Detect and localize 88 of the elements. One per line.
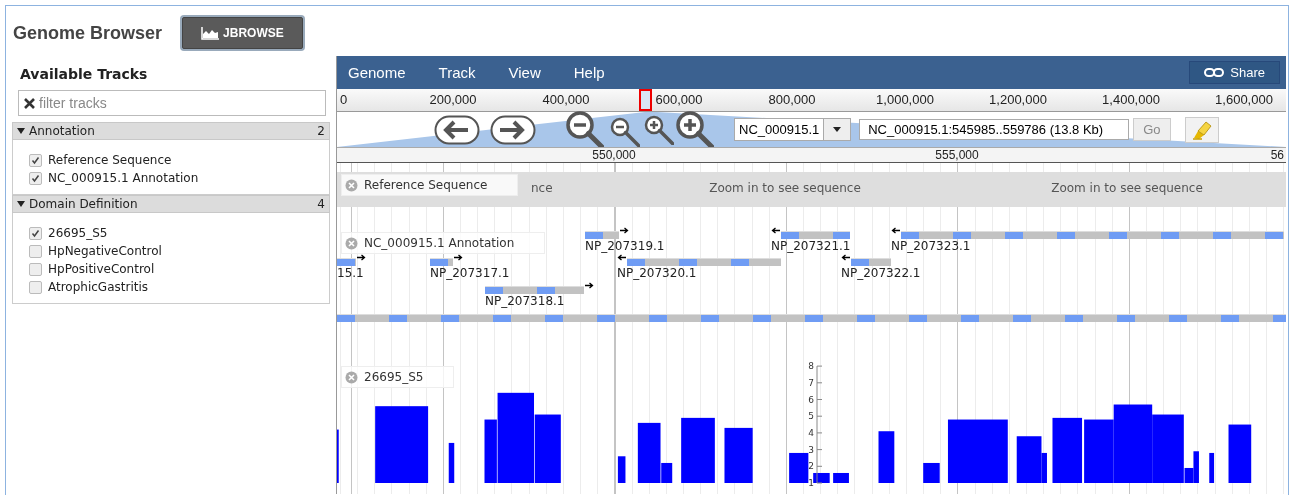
feature-label[interactable]: NP_207323.1 bbox=[891, 239, 971, 253]
share-button[interactable]: Share bbox=[1189, 61, 1280, 84]
feature-bar[interactable] bbox=[901, 231, 1284, 239]
checkbox[interactable] bbox=[29, 280, 42, 294]
menu-item[interactable]: View bbox=[508, 64, 574, 81]
feature-label[interactable]: NP_207321.1 bbox=[771, 239, 851, 253]
feature-bar[interactable] bbox=[851, 258, 891, 266]
track-label[interactable]: NC_000915.1 Annotation bbox=[48, 171, 199, 185]
axis-label: 1 bbox=[808, 478, 814, 488]
axis-label: 7 bbox=[808, 377, 814, 388]
ruler-label: 1,000,000 bbox=[876, 92, 934, 107]
view-region-marker[interactable] bbox=[639, 89, 652, 111]
checkbox[interactable] bbox=[29, 226, 42, 240]
close-icon[interactable] bbox=[345, 236, 358, 250]
track-label[interactable]: Reference Sequence bbox=[48, 153, 172, 167]
feature-bar[interactable] bbox=[781, 231, 850, 239]
checkbox[interactable] bbox=[29, 244, 42, 258]
ruler-label: 600,000 bbox=[655, 92, 703, 107]
feature-label[interactable]: 15.1 bbox=[337, 266, 364, 280]
close-icon[interactable] bbox=[345, 370, 358, 384]
axis-label: 5 bbox=[808, 411, 814, 422]
axis-label: 6 bbox=[808, 394, 814, 405]
ruler-label: 56 bbox=[1270, 148, 1284, 162]
feature-bar[interactable] bbox=[627, 258, 781, 266]
feature-bar[interactable] bbox=[585, 231, 619, 239]
axis-label: 8 bbox=[808, 361, 814, 372]
ruler-label: 400,000 bbox=[542, 92, 590, 107]
feature-label[interactable]: NP_207318.1 bbox=[485, 294, 565, 308]
checkbox[interactable] bbox=[29, 262, 42, 276]
sequence-message: nce bbox=[531, 181, 553, 195]
jbrowse-button[interactable]: JBROWSE bbox=[182, 17, 303, 49]
caret-icon bbox=[17, 201, 25, 207]
category-header[interactable]: Annotation 2 bbox=[12, 122, 330, 140]
menu-item[interactable]: Help bbox=[573, 64, 638, 81]
ruler-label: 555,000 bbox=[935, 148, 979, 162]
track-label[interactable]: HpNegativeControl bbox=[48, 244, 162, 258]
ruler-label: 800,000 bbox=[768, 92, 816, 107]
feature-label[interactable]: NP_207322.1 bbox=[841, 266, 921, 280]
ruler-label: 1,400,000 bbox=[1102, 92, 1160, 107]
track-label[interactable]: AtrophicGastritis bbox=[48, 280, 149, 294]
zoom-in-icon[interactable] bbox=[676, 110, 714, 149]
category-name: Annotation bbox=[29, 124, 95, 138]
filter-field[interactable]: filter tracks bbox=[18, 90, 326, 116]
category-header[interactable]: Domain Definition 4 bbox=[12, 195, 330, 213]
close-icon[interactable] bbox=[345, 178, 358, 192]
sequence-message: Zoom in to see sequence bbox=[709, 181, 861, 195]
ruler-label: 550,000 bbox=[592, 148, 636, 162]
menu-item[interactable]: Track bbox=[438, 64, 509, 81]
checkbox[interactable] bbox=[29, 171, 42, 185]
clear-icon[interactable] bbox=[23, 97, 36, 110]
feature-label[interactable]: NP_207319.1 bbox=[585, 239, 665, 253]
caret-icon bbox=[17, 128, 25, 134]
category-name: Domain Definition bbox=[29, 197, 138, 211]
zoom-in-icon[interactable] bbox=[644, 114, 674, 145]
zoom-out-icon[interactable] bbox=[610, 116, 640, 147]
ruler-label: 1,200,000 bbox=[989, 92, 1047, 107]
track-count: 2 bbox=[317, 124, 325, 138]
axis-label: 4 bbox=[808, 427, 814, 438]
track-name: 26695_S5 bbox=[364, 370, 424, 384]
track-label[interactable]: HpPositiveControl bbox=[48, 262, 155, 276]
checkbox[interactable] bbox=[29, 153, 42, 167]
link-icon bbox=[1204, 68, 1225, 77]
location-field[interactable]: NC_000915.1:545985..559786 (13.8 Kb) bbox=[859, 119, 1130, 140]
overview-ruler[interactable]: 0 200,000 400,000 600,000 800,000 1,000,000 1,200,000 1,400,000 1,600,000 bbox=[337, 89, 1286, 112]
caret-icon bbox=[833, 127, 842, 132]
area-chart-icon bbox=[201, 26, 220, 40]
axis-label: 3 bbox=[808, 444, 814, 455]
reference-dropdown[interactable]: NC_000915.1 bbox=[734, 118, 852, 141]
ruler-label: 1,600,000 bbox=[1215, 92, 1273, 107]
highlighter-icon bbox=[1190, 119, 1213, 140]
panel-title: Available Tracks bbox=[19, 65, 149, 84]
feature-label[interactable]: NP_207320.1 bbox=[617, 266, 697, 280]
ruler-label: 0 bbox=[340, 92, 348, 107]
sequence-message: Zoom in to see sequence bbox=[1051, 181, 1203, 195]
highlight-button[interactable] bbox=[1184, 116, 1219, 143]
track-name: NC_000915.1 Annotation bbox=[364, 236, 515, 250]
track-label[interactable]: 26695_S5 bbox=[48, 226, 108, 240]
feature-bar[interactable] bbox=[485, 286, 584, 294]
feature-label[interactable]: NP_207317.1 bbox=[430, 266, 510, 280]
track-name: Reference Sequence bbox=[364, 178, 488, 192]
page-title: Genome Browser bbox=[13, 22, 163, 44]
axis-label: 2 bbox=[808, 461, 814, 472]
track-count: 4 bbox=[317, 197, 325, 211]
menu-item[interactable]: Genome bbox=[348, 64, 439, 81]
ruler-label: 200,000 bbox=[429, 92, 477, 107]
feature-bar[interactable] bbox=[337, 258, 356, 266]
feature-bar[interactable] bbox=[430, 258, 453, 266]
zoom-out-icon[interactable] bbox=[566, 110, 604, 149]
